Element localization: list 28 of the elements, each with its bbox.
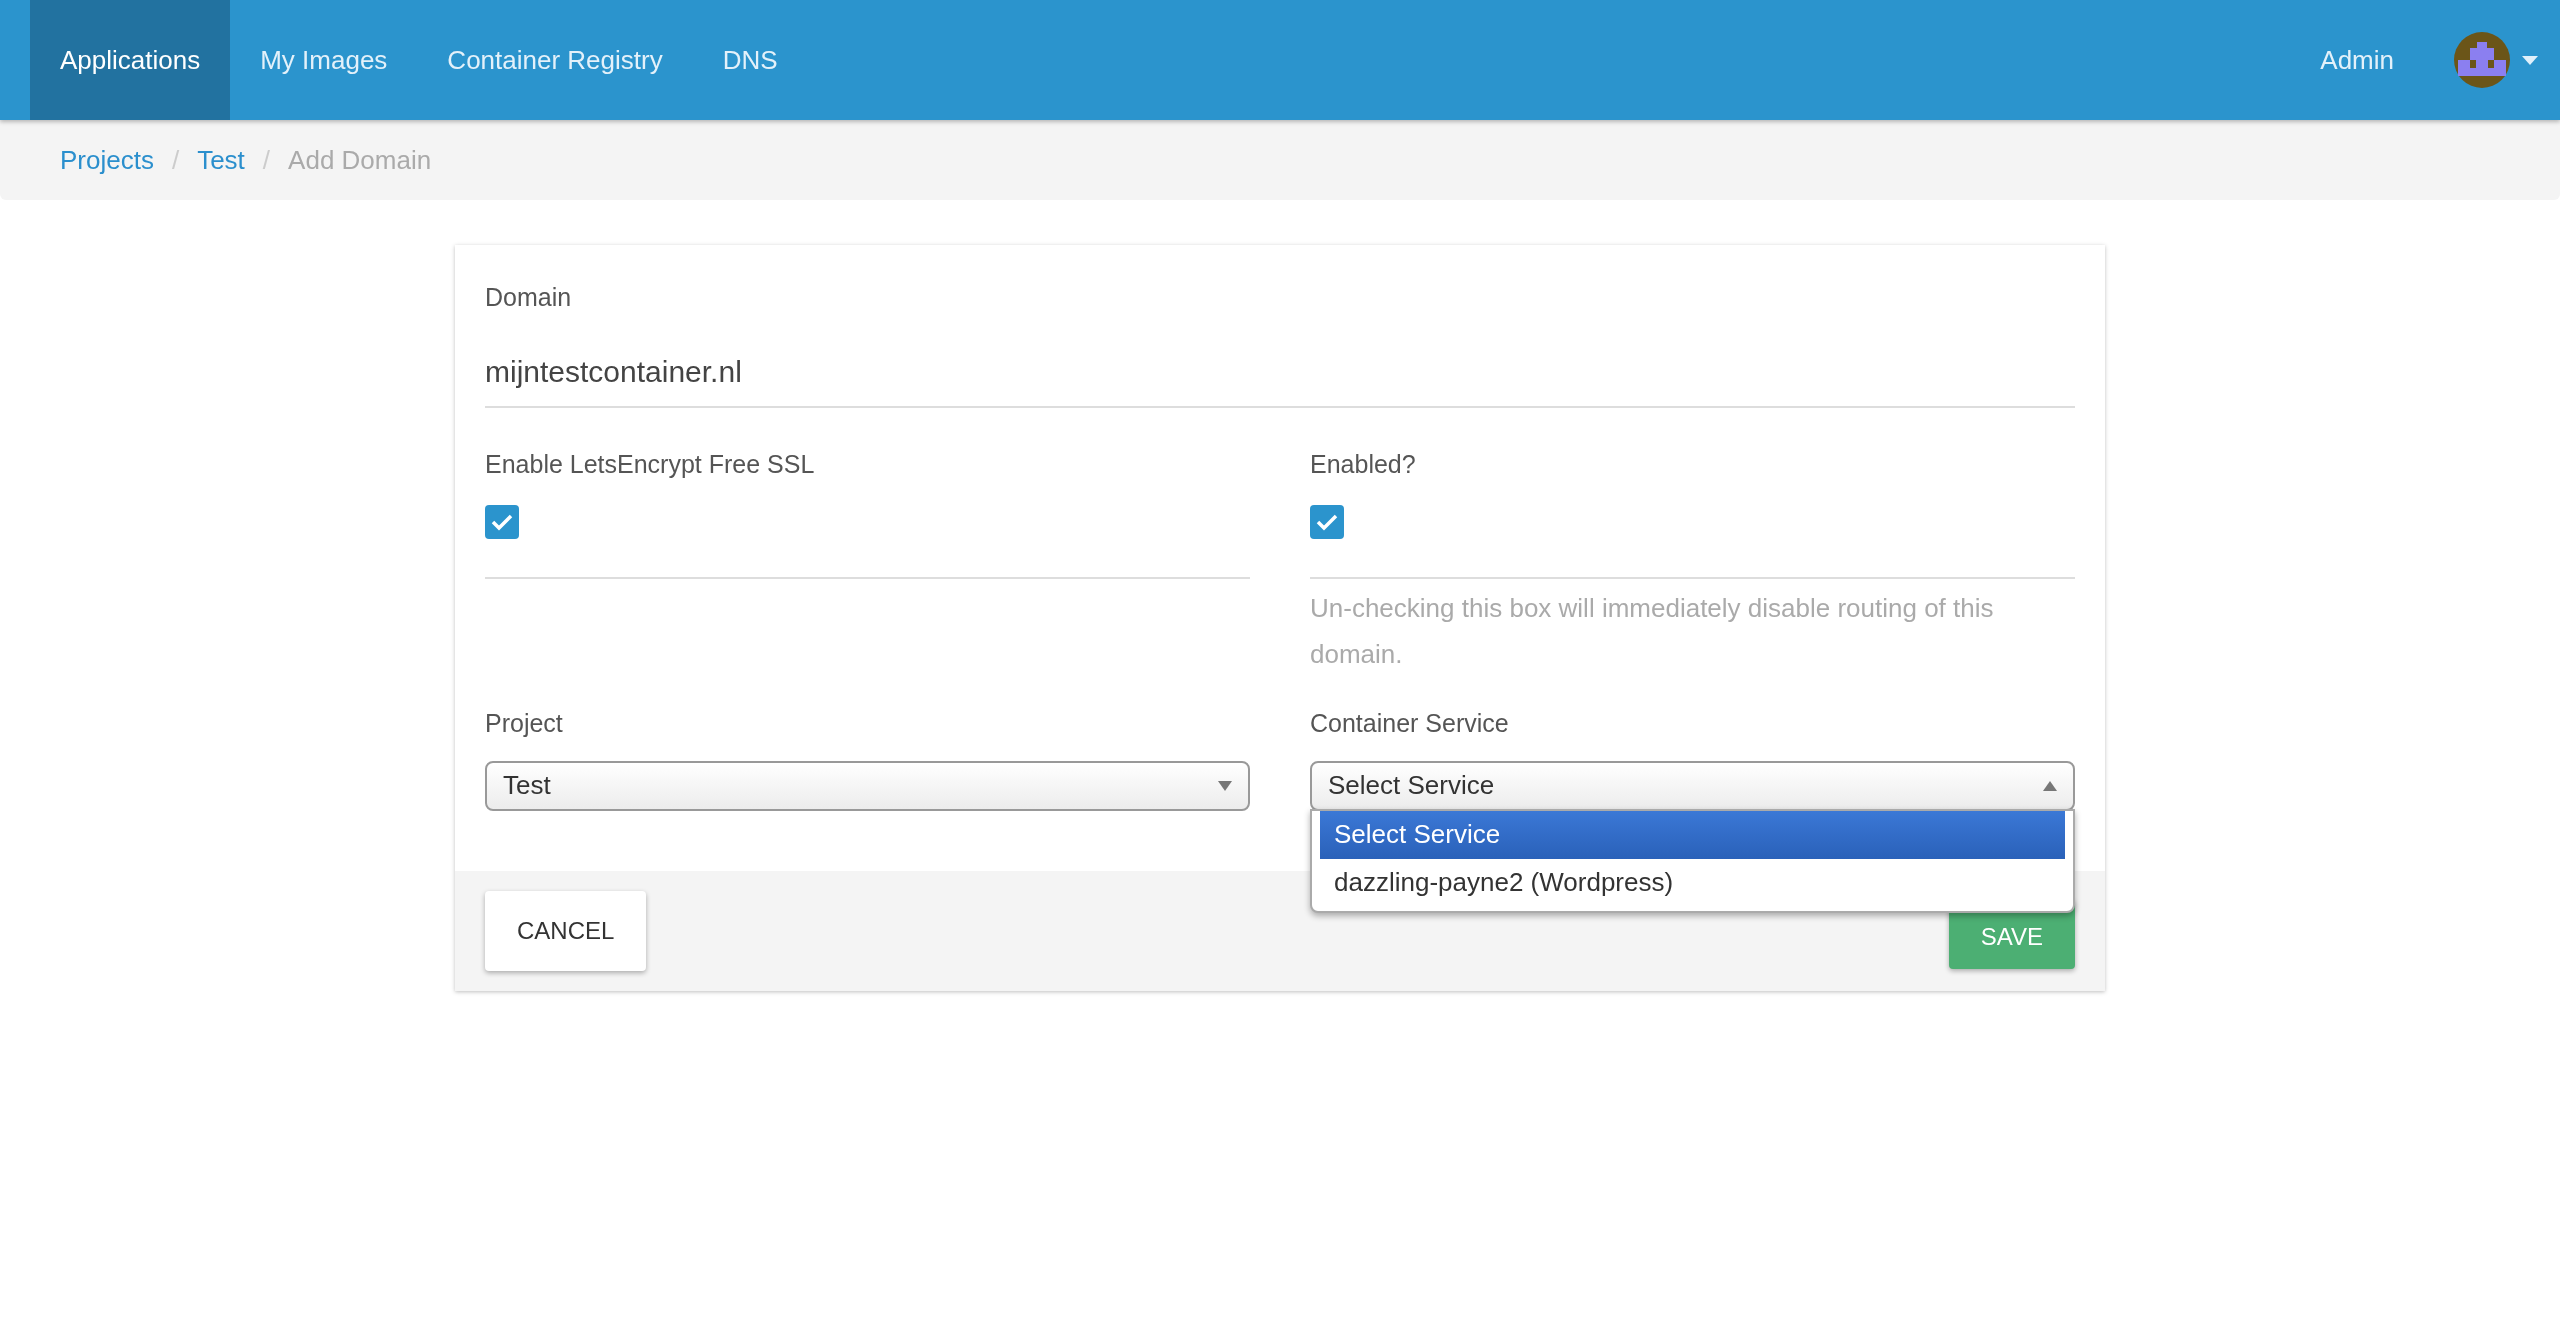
field-label: Domain	[485, 282, 573, 313]
nav-tab[interactable]: My Images	[230, 0, 418, 120]
breadcrumb-link[interactable]: Test	[197, 140, 245, 180]
field-label: Project	[485, 708, 564, 739]
breadcrumb-link[interactable]: Projects	[60, 140, 154, 180]
project-select[interactable]: Test	[485, 760, 1250, 811]
caret-icon[interactable]	[2522, 55, 2538, 65]
dropdown-option[interactable]: Select Service	[1320, 810, 2065, 859]
checkmark-icon	[1316, 513, 1338, 531]
field-label: Enable LetsEncrypt Free SSL	[485, 448, 816, 480]
dropdown-arrow-icon	[2043, 780, 2057, 791]
help-text: Un-checking this box will immediately disable routing of this domain.	[1310, 592, 1995, 671]
nav-tab[interactable]: Container Registry	[417, 0, 693, 120]
nav-tab[interactable]: DNS	[692, 0, 808, 120]
checkmark-icon	[491, 513, 513, 531]
dropdown-arrow-icon	[1218, 780, 1232, 791]
breadcrumb-separator: /	[262, 143, 271, 177]
nav-tab[interactable]: Applications	[30, 0, 231, 120]
checkbox[interactable]	[485, 505, 519, 539]
cancel-button[interactable]: CANCEL	[485, 890, 647, 971]
breadcrumb-separator: /	[171, 143, 180, 177]
user-link[interactable]: Admin	[2290, 0, 2424, 120]
breadcrumb-current: Add Domain	[288, 143, 432, 177]
checkbox[interactable]	[1310, 505, 1344, 539]
field-label: Enabled?	[1310, 448, 1417, 480]
field-label: Container Service	[1310, 708, 1510, 739]
service-select[interactable]: Select Service	[1310, 760, 2075, 811]
avatar-icon[interactable]	[2454, 32, 2510, 88]
